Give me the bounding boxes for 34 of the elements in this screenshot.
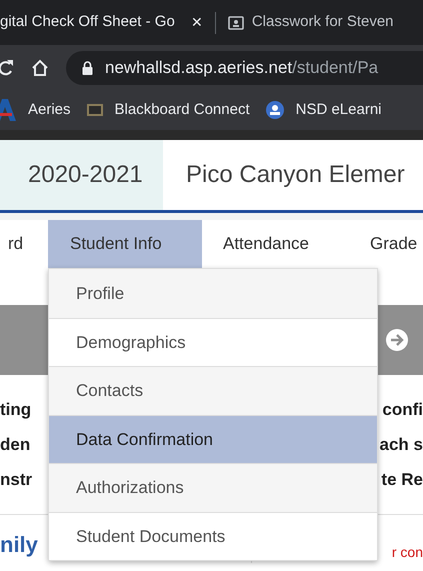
browser-tab[interactable]: Classwork for Steven: [216, 0, 394, 45]
section-heading: nily: [0, 531, 38, 559]
lock-icon: [82, 60, 93, 74]
body-text: te Re: [381, 469, 423, 491]
logo-icon: [0, 99, 16, 121]
menu-item[interactable]: Contacts: [49, 366, 377, 414]
nav-tab[interactable]: Attendance: [202, 220, 370, 268]
bookmark[interactable]: Aeries: [0, 98, 71, 122]
reload-icon[interactable]: [0, 58, 14, 76]
url-text: newhallsd.asp.aeries.net/student/Pa: [105, 56, 378, 79]
body-text: nstr: [0, 469, 32, 491]
nav-tab[interactable]: rd: [0, 220, 48, 268]
address-bar[interactable]: newhallsd.asp.aeries.net/student/Pa: [66, 50, 423, 84]
menu-item[interactable]: Demographics: [49, 318, 377, 366]
bookmark-icon: [86, 104, 103, 116]
menu-item[interactable]: Authorizations: [49, 463, 377, 512]
menu-item[interactable]: Data Confirmation: [49, 414, 377, 463]
body-text: ach s: [380, 434, 423, 456]
nav-tab[interactable]: Grade: [370, 220, 418, 268]
nav-tab[interactable]: Student Info: [48, 220, 202, 268]
notice-text: r con: [392, 543, 423, 562]
home-icon[interactable]: [30, 58, 50, 78]
bookmark[interactable]: Blackboard Connect: [86, 98, 250, 122]
body-text: den: [0, 434, 30, 456]
body-text: ting: [0, 399, 32, 421]
bookmark[interactable]: NSD eLearni: [266, 98, 382, 122]
arrow-circle-icon[interactable]: [385, 328, 409, 352]
close-icon[interactable]: ✕: [190, 12, 203, 33]
browser-tab[interactable]: gital Check Off Sheet - Go ✕: [0, 0, 215, 45]
body-text: confi: [382, 399, 423, 421]
school-name: Pico Canyon Elemer: [185, 160, 405, 190]
school-year: 2020-2021: [0, 140, 163, 210]
menu-item[interactable]: Profile: [49, 269, 377, 318]
menu-item[interactable]: Student Documents: [49, 512, 377, 560]
